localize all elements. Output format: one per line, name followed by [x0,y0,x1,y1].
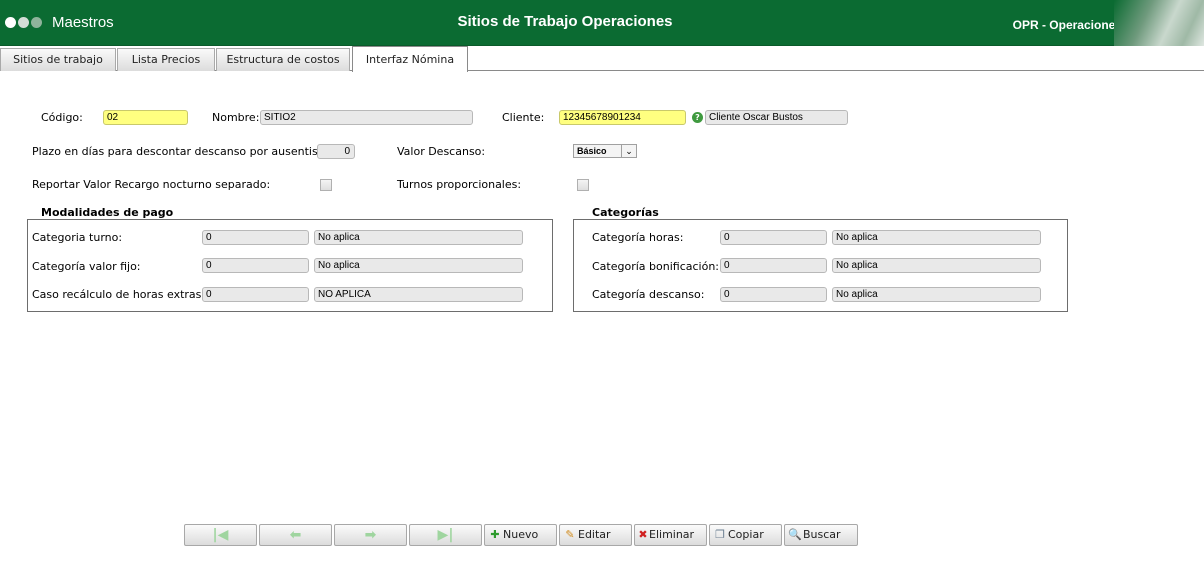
codigo-field[interactable]: 02 [103,110,188,125]
categoria-descanso-desc-field: No aplica [832,287,1041,302]
nombre-label: Nombre: [212,111,260,124]
categoria-turno-label: Categoria turno: [32,231,123,244]
tab-lista-precios[interactable]: Lista Precios [117,48,215,71]
categoria-bonificacion-code-field[interactable]: 0 [720,258,827,273]
chevron-down-icon[interactable]: ⌄ [621,145,636,157]
cliente-label: Cliente: [502,111,545,124]
nuevo-label: Nuevo [503,528,539,541]
tab-estructura-de-costos[interactable]: Estructura de costos [216,48,350,71]
search-icon: 🔍 [788,528,802,541]
previous-record-button[interactable]: ⬅ [259,524,332,546]
arrow-left-icon: ⬅ [289,527,302,543]
buscar-button[interactable]: 🔍Buscar [784,524,858,546]
tab-bar: Sitios de trabajo Lista Precios Estructu… [0,46,1204,72]
categoria-horas-code-field[interactable]: 0 [720,230,827,245]
plazo-label: Plazo en días para descontar descanso po… [32,145,339,158]
categorias-title: Categorías [592,206,659,219]
valor-descanso-label: Valor Descanso: [397,145,486,158]
nombre-field[interactable]: SITIO2 [260,110,473,125]
module-label: OPR - Operaciones [1012,18,1122,32]
next-record-button[interactable]: ➡ [334,524,407,546]
categoria-valor-fijo-code-field[interactable]: 0 [202,258,309,273]
categoria-descanso-code-field[interactable]: 0 [720,287,827,302]
tab-sitios-de-trabajo[interactable]: Sitios de trabajo [0,48,116,71]
first-icon: |◀ [212,527,229,543]
categoria-valor-fijo-label: Categoría valor fijo: [32,260,141,273]
pencil-icon: ✎ [565,528,575,541]
editar-label: Editar [578,528,611,541]
last-icon: ▶| [437,527,454,543]
categoria-descanso-label: Categoría descanso: [592,288,705,301]
editar-button[interactable]: ✎ Editar [559,524,632,546]
page-title: Sitios de Trabajo Operaciones [457,13,673,30]
header-decoration-image [1114,0,1204,46]
eliminar-button[interactable]: ✖Eliminar [634,524,707,546]
last-record-button[interactable]: ▶| [409,524,482,546]
caso-recalculo-label: Caso recálculo de horas extras: [32,288,206,301]
recargo-label: Reportar Valor Recargo nocturno separado… [32,178,271,191]
turnos-checkbox[interactable] [577,179,589,191]
recargo-checkbox[interactable] [320,179,332,191]
help-icon[interactable]: ? [692,112,703,123]
caso-recalculo-desc-field: NO APLICA [314,287,523,302]
arrow-right-icon: ➡ [364,527,377,543]
categoria-turno-desc-field: No aplica [314,230,523,245]
buscar-label: Buscar [803,528,841,541]
categoria-horas-desc-field: No aplica [832,230,1041,245]
cliente-name-field: Cliente Oscar Bustos [705,110,848,125]
tab-interfaz-nomina[interactable]: Interfaz Nómina [352,46,468,72]
first-record-button[interactable]: |◀ [184,524,257,546]
codigo-label: Código: [41,111,83,124]
cliente-field[interactable]: 12345678901234 [559,110,686,125]
categoria-valor-fijo-desc-field: No aplica [314,258,523,273]
plazo-field[interactable]: 0 [317,144,355,159]
categoria-horas-label: Categoría horas: [592,231,684,244]
caso-recalculo-code-field[interactable]: 0 [202,287,309,302]
categoria-bonificacion-desc-field: No aplica [832,258,1041,273]
app-header: Maestros Sitios de Trabajo Operaciones O… [0,0,1204,46]
copy-icon: ❐ [715,528,725,541]
copiar-button[interactable]: ❐ Copiar [709,524,782,546]
eliminar-label: Eliminar [649,528,695,541]
valor-descanso-select[interactable]: Básico ⌄ [573,144,637,158]
turnos-label: Turnos proporcionales: [397,178,522,191]
categoria-turno-code-field[interactable]: 0 [202,230,309,245]
copiar-label: Copiar [728,528,764,541]
categoria-bonificacion-label: Categoría bonificación: [592,260,719,273]
plus-icon: ✚ [490,528,500,541]
delete-x-icon: ✖ [638,528,648,541]
nuevo-button[interactable]: ✚ Nuevo [484,524,557,546]
modalidades-title: Modalidades de pago [41,206,174,219]
valor-descanso-value: Básico [577,146,607,156]
